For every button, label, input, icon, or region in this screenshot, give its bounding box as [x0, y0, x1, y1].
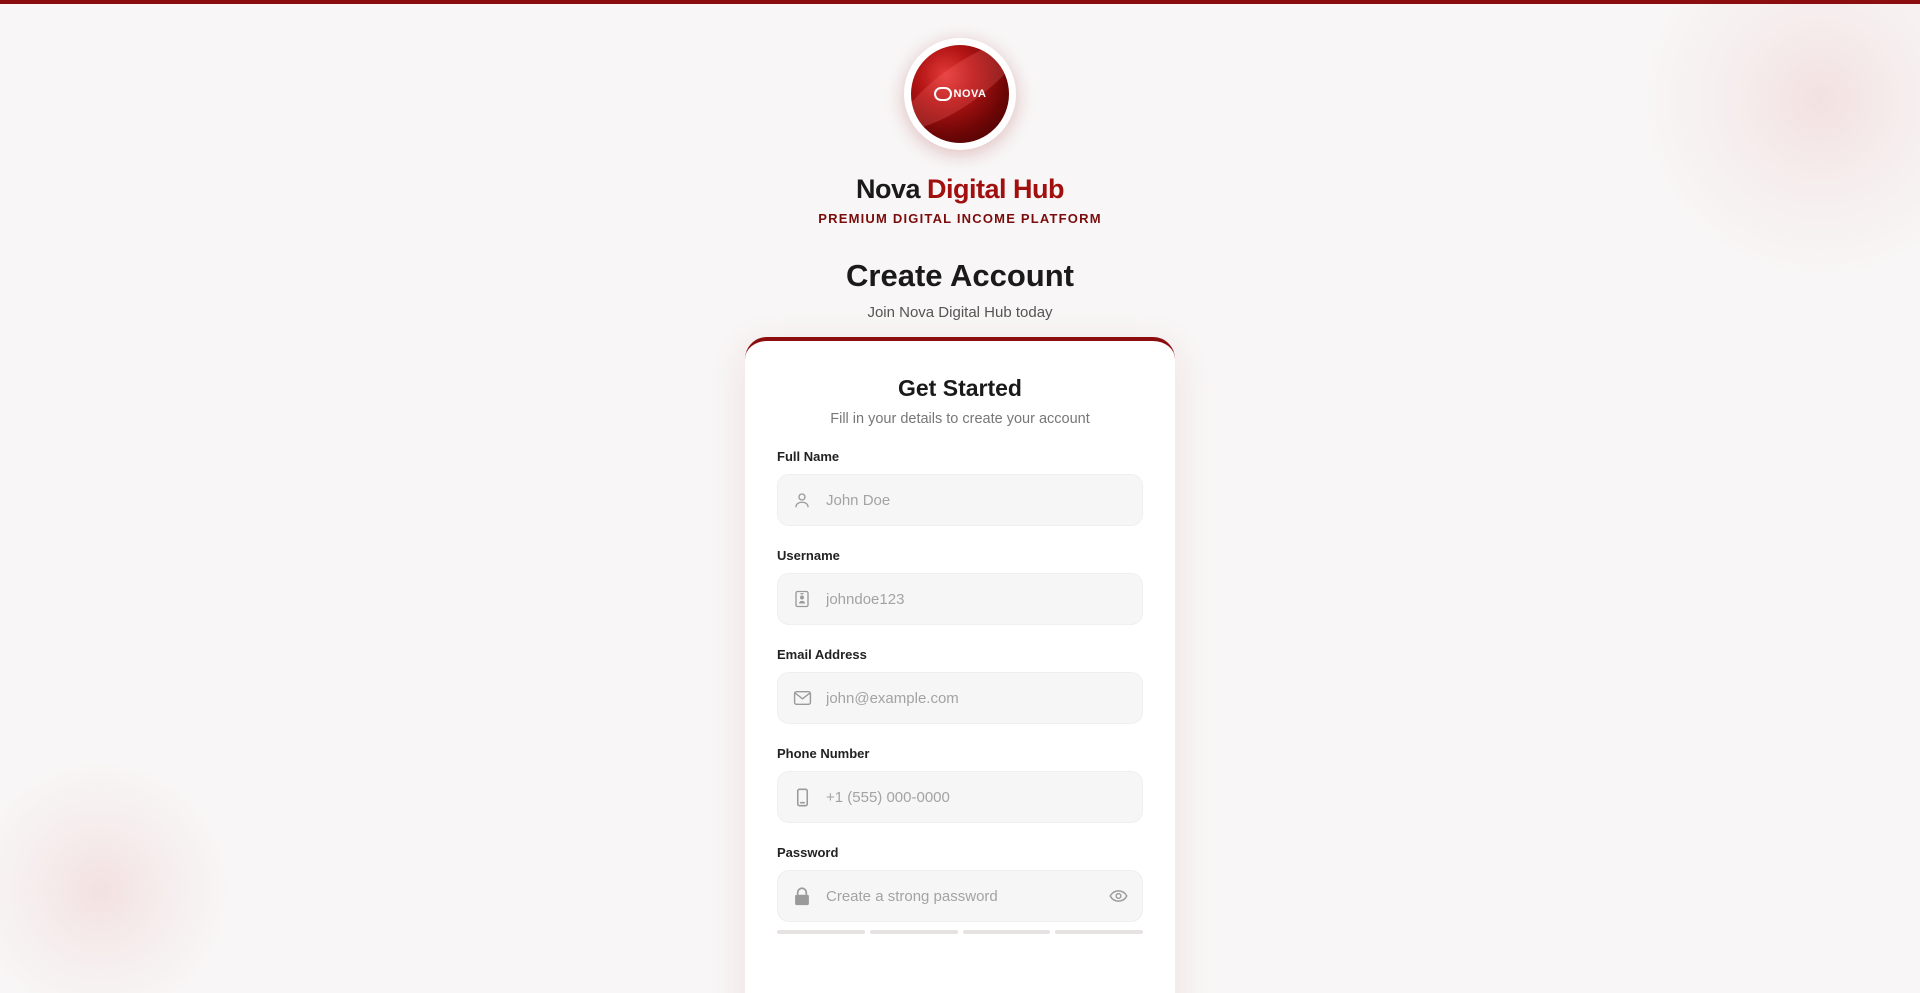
logo-wordmark: NOVA: [933, 87, 987, 101]
phone-label: Phone Number: [777, 746, 870, 761]
full-name-input-wrapper: [777, 474, 1143, 526]
envelope-icon: [778, 672, 826, 724]
mobile-phone-icon: [778, 771, 826, 823]
page-title: Create Account: [846, 258, 1074, 293]
brand-name: Nova Digital Hub: [0, 174, 1920, 205]
signup-card: Get Started Fill in your details to crea…: [745, 337, 1175, 993]
password-input-wrapper: [777, 870, 1143, 922]
id-badge-icon: [778, 573, 826, 625]
brand-tagline: PREMIUM DIGITAL INCOME PLATFORM: [818, 211, 1102, 226]
password-strength-meter: [777, 930, 1143, 934]
strength-segment: [869, 930, 958, 934]
header: NOVA Nova Digital Hub PREMIUM DIGITAL IN…: [0, 38, 1920, 321]
card-subtitle: Fill in your details to create your acco…: [830, 411, 1090, 427]
strength-segment: [962, 930, 1051, 934]
email-input[interactable]: [826, 673, 1142, 723]
lock-icon: [778, 870, 826, 922]
full-name-field: Full Name: [777, 449, 1143, 526]
page: NOVA Nova Digital Hub PREMIUM DIGITAL IN…: [0, 0, 1920, 993]
username-field: Username: [777, 548, 1143, 625]
username-label: Username: [777, 548, 840, 563]
top-accent-bar: [0, 0, 1920, 4]
phone-input-wrapper: [777, 771, 1143, 823]
logo-emblem: NOVA: [911, 45, 1009, 143]
strength-segment: [777, 930, 865, 934]
page-subtitle: Join Nova Digital Hub today: [867, 304, 1053, 321]
brand-logo: NOVA: [904, 38, 1016, 150]
logo-text: NOVA: [953, 88, 987, 100]
eye-icon[interactable]: [1094, 870, 1142, 922]
user-icon: [778, 474, 826, 526]
card-title: Get Started: [898, 375, 1022, 401]
phone-field: Phone Number: [777, 746, 1143, 823]
brand-name-accent: Digital Hub: [927, 174, 1065, 204]
password-field: Password: [777, 845, 1143, 934]
email-label: Email Address: [777, 647, 867, 662]
full-name-label: Full Name: [777, 449, 840, 464]
phone-input[interactable]: [826, 772, 1142, 822]
password-label: Password: [777, 845, 839, 860]
logo-n-mark-icon: [933, 87, 952, 101]
brand-name-primary: Nova: [855, 174, 921, 204]
strength-segment: [1055, 930, 1143, 934]
username-input[interactable]: [826, 574, 1142, 624]
username-input-wrapper: [777, 573, 1143, 625]
password-input[interactable]: [826, 871, 1094, 921]
full-name-input[interactable]: [826, 475, 1142, 525]
email-field: Email Address: [777, 647, 1143, 724]
email-input-wrapper: [777, 672, 1143, 724]
